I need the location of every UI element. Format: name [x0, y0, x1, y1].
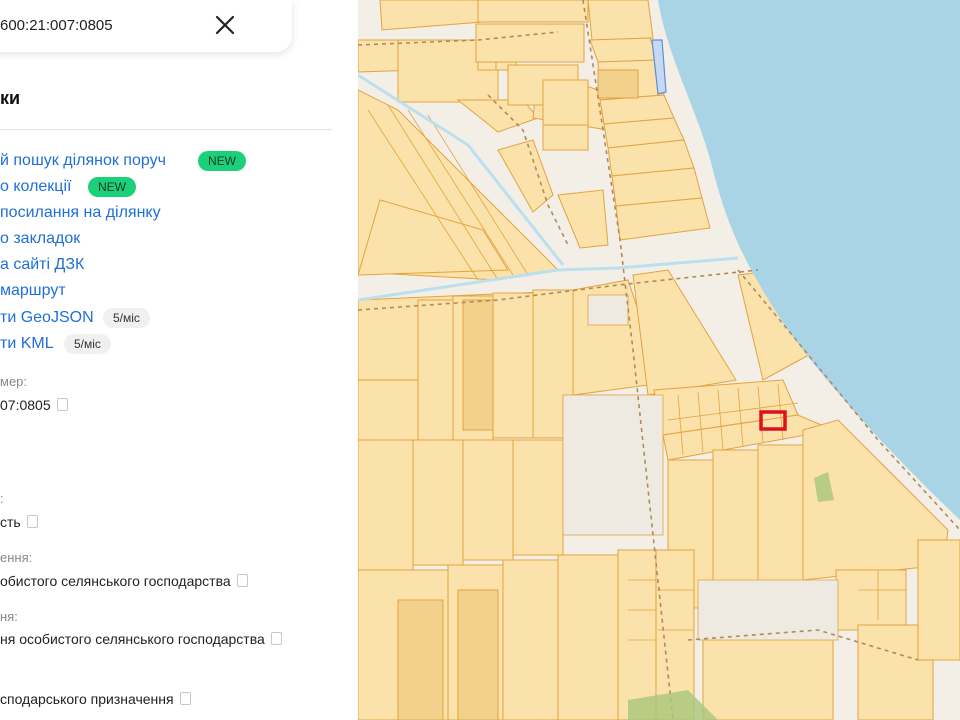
new-badge: NEW — [88, 177, 136, 197]
purpose-value: обистого селянського господарства — [0, 573, 231, 589]
close-search-button[interactable] — [210, 10, 240, 40]
parcel[interactable] — [462, 439, 514, 561]
purpose-label: ення: — [0, 550, 33, 565]
usage-value: ня особистого селянського господарства — [0, 631, 265, 647]
copy-icon[interactable] — [56, 398, 68, 411]
add-to-collection-link[interactable]: о колекції — [0, 178, 71, 196]
parcel[interactable] — [617, 549, 657, 720]
parcel[interactable] — [542, 79, 589, 127]
close-icon[interactable] — [210, 10, 240, 40]
download-kml-link[interactable]: ти KML — [0, 335, 54, 353]
open-on-dzk-site-link[interactable]: а сайті ДЗК — [0, 256, 84, 274]
cadastral-number-value: 07:0805 — [0, 397, 51, 413]
map-canvas[interactable] — [358, 0, 960, 720]
copy-icon[interactable] — [179, 692, 191, 705]
parcel[interactable] — [757, 444, 804, 591]
cadastral-number-label: мер: — [0, 374, 28, 389]
parcel[interactable] — [475, 23, 585, 63]
usage-label: ня: — [0, 609, 18, 624]
cadastral-number-row: 07:0805 — [0, 397, 68, 413]
category-value: сподарського призначення — [0, 691, 174, 707]
ownership-row: сть — [0, 514, 38, 530]
cadastral-map[interactable] — [358, 0, 960, 720]
search-input[interactable]: 600:21:007:0805 — [0, 17, 113, 34]
purpose-row: обистого селянського господарства — [0, 573, 248, 589]
parcel[interactable] — [457, 589, 499, 720]
ownership-value: сть — [0, 514, 21, 530]
parcel[interactable] — [358, 439, 414, 571]
copy-icon[interactable] — [270, 632, 282, 645]
parcel[interactable] — [597, 69, 639, 99]
free-land-area — [697, 579, 839, 641]
parcel[interactable] — [835, 569, 907, 631]
parcel[interactable] — [502, 559, 559, 720]
limit-badge: 5/міс — [64, 334, 111, 354]
build-route-link[interactable]: маршрут — [0, 282, 66, 300]
parcel[interactable] — [397, 599, 444, 720]
parcel[interactable] — [917, 539, 960, 661]
download-geojson-link[interactable]: ти GeoJSON — [0, 309, 94, 327]
category-row: сподарського призначення — [0, 691, 191, 707]
parcel[interactable] — [589, 37, 659, 63]
divider — [0, 129, 332, 130]
parcel[interactable] — [557, 554, 619, 720]
ownership-label: : — [0, 491, 4, 506]
parcel[interactable] — [542, 124, 589, 151]
parcel[interactable] — [417, 299, 454, 441]
parcel[interactable] — [412, 439, 464, 566]
parcel[interactable] — [358, 379, 419, 441]
copy-parcel-link[interactable]: посилання на ділянку — [0, 204, 161, 222]
parcel[interactable] — [462, 299, 494, 431]
parcel[interactable] — [512, 439, 564, 556]
free-land-area — [562, 394, 664, 536]
copy-icon[interactable] — [26, 515, 38, 528]
parcel[interactable] — [712, 449, 759, 596]
copy-icon[interactable] — [236, 574, 248, 587]
nearby-parcels-search-link[interactable]: й пошук ділянок поруч — [0, 152, 166, 170]
actions-section-title: ки — [0, 88, 21, 108]
limit-badge: 5/міс — [103, 308, 150, 328]
add-to-bookmarks-link[interactable]: о закладок — [0, 230, 80, 248]
parcel[interactable] — [587, 0, 654, 41]
parcel[interactable] — [477, 0, 589, 23]
free-land-area — [587, 294, 629, 326]
search-box[interactable]: 600:21:007:0805 — [0, 0, 292, 52]
parcel[interactable] — [492, 292, 534, 439]
usage-row: ня особистого селянського господарства — [0, 631, 282, 647]
parcel-info-panel: 600:21:007:0805 ки й пошук ділянок поруч… — [0, 0, 358, 720]
new-badge: NEW — [198, 151, 246, 171]
parcel[interactable] — [702, 639, 834, 720]
